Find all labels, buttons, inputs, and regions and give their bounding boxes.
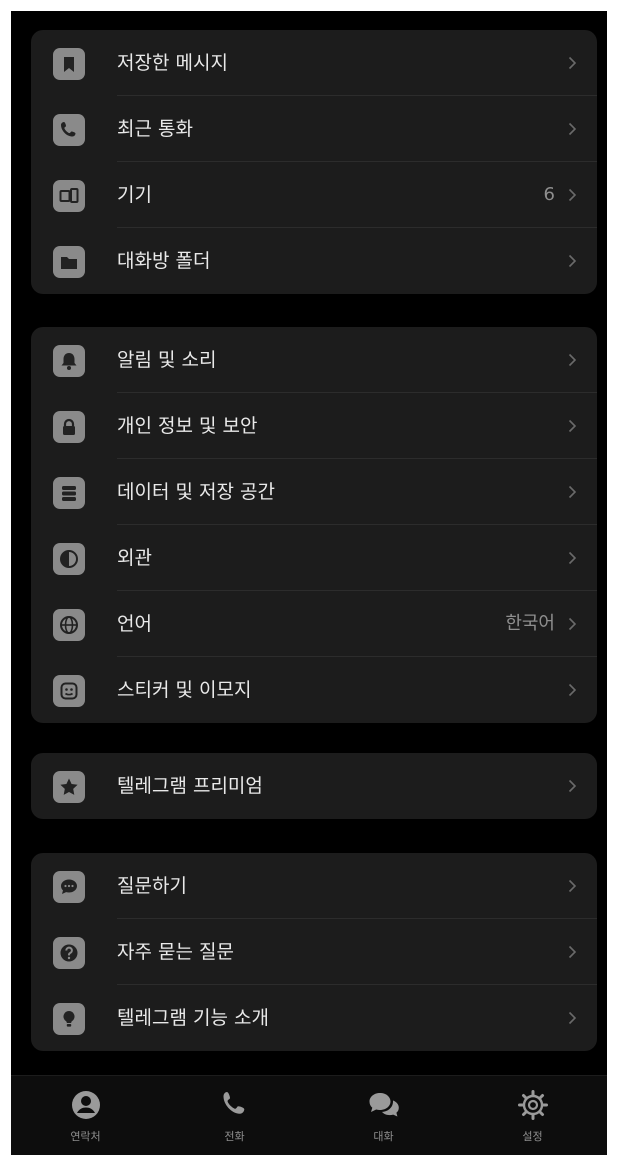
chevron-right-icon — [568, 1011, 577, 1025]
appearance-icon — [53, 543, 85, 575]
settings-row-label: 자주 묻는 질문 — [117, 941, 234, 963]
chevron-right-icon — [568, 188, 577, 202]
chevron-right-icon — [568, 551, 577, 565]
chats-icon — [366, 1088, 402, 1122]
settings-row-label: 텔레그램 프리미엄 — [117, 775, 263, 797]
settings-row-label: 스티커 및 이모지 — [117, 679, 252, 701]
tab-label: 설정 — [522, 1130, 543, 1143]
lock-icon — [53, 411, 85, 443]
tab-label: 연락처 — [70, 1130, 101, 1143]
chevron-right-icon — [568, 122, 577, 136]
settings-row[interactable]: 대화방 폴더 — [31, 228, 597, 294]
settings-row[interactable]: 텔레그램 기능 소개 — [31, 985, 597, 1051]
settings-row[interactable]: 데이터 및 저장 공간 — [31, 459, 597, 525]
chevron-right-icon — [568, 353, 577, 367]
settings-row[interactable]: 언어 한국어 — [31, 591, 597, 657]
phone-icon — [217, 1088, 253, 1122]
tab-bar: 연락처 전화 대화 설정 — [11, 1075, 607, 1155]
chevron-right-icon — [568, 683, 577, 697]
settings-row[interactable]: 개인 정보 및 보안 — [31, 393, 597, 459]
lightbulb-icon — [53, 1003, 85, 1035]
chevron-right-icon — [568, 617, 577, 631]
chevron-right-icon — [568, 779, 577, 793]
tab-label: 대화 — [373, 1130, 394, 1143]
chat-bubble-icon — [53, 871, 85, 903]
settings-row-label: 개인 정보 및 보안 — [117, 415, 258, 437]
settings-row-label: 최근 통화 — [117, 118, 193, 140]
question-icon — [53, 937, 85, 969]
settings-row[interactable]: 최근 통화 — [31, 96, 597, 162]
settings-row-value: 6 — [543, 184, 555, 205]
settings-row-value: 한국어 — [505, 613, 555, 634]
settings-row-label: 데이터 및 저장 공간 — [117, 481, 275, 503]
tab-label: 전화 — [224, 1130, 245, 1143]
settings-row-label: 기기 — [117, 184, 152, 206]
tab-person[interactable]: 연락처 — [11, 1076, 160, 1155]
settings-row[interactable]: 저장한 메시지 — [31, 30, 597, 96]
settings-group: 질문하기자주 묻는 질문텔레그램 기능 소개 — [31, 853, 597, 1051]
chevron-right-icon — [568, 56, 577, 70]
settings-row[interactable]: 자주 묻는 질문 — [31, 919, 597, 985]
settings-row-label: 외관 — [117, 547, 152, 569]
settings-row-label: 저장한 메시지 — [117, 52, 228, 74]
person-icon — [68, 1088, 104, 1122]
settings-row-label: 텔레그램 기능 소개 — [117, 1007, 269, 1029]
chevron-right-icon — [568, 419, 577, 433]
gear-icon — [515, 1088, 551, 1122]
globe-icon — [53, 609, 85, 641]
tab-chats[interactable]: 대화 — [309, 1076, 458, 1155]
settings-row-label: 언어 — [117, 613, 152, 635]
settings-row-label: 알림 및 소리 — [117, 349, 217, 371]
settings-row-label: 대화방 폴더 — [117, 250, 211, 272]
chevron-right-icon — [568, 945, 577, 959]
settings-row[interactable]: 알림 및 소리 — [31, 327, 597, 393]
phone-icon — [53, 114, 85, 146]
settings-row[interactable]: 외관 — [31, 525, 597, 591]
tab-gear[interactable]: 설정 — [458, 1076, 607, 1155]
settings-group: 알림 및 소리개인 정보 및 보안데이터 및 저장 공간외관언어 한국어스티커 및… — [31, 327, 597, 723]
devices-icon — [53, 180, 85, 212]
bookmark-icon — [53, 48, 85, 80]
sticker-icon — [53, 675, 85, 707]
settings-row[interactable]: 기기 6 — [31, 162, 597, 228]
chevron-right-icon — [568, 254, 577, 268]
settings-row-label: 질문하기 — [117, 875, 187, 897]
settings-row[interactable]: 스티커 및 이모지 — [31, 657, 597, 723]
settings-group: 저장한 메시지최근 통화기기 6 대화방 폴더 — [31, 30, 597, 294]
star-icon — [53, 771, 85, 803]
bell-icon — [53, 345, 85, 377]
settings-screen: 저장한 메시지최근 통화기기 6 대화방 폴더알림 및 소리개인 정보 및 보안데이… — [11, 11, 607, 1155]
chevron-right-icon — [568, 879, 577, 893]
database-icon — [53, 477, 85, 509]
tab-phone[interactable]: 전화 — [160, 1076, 309, 1155]
chevron-right-icon — [568, 485, 577, 499]
settings-row[interactable]: 질문하기 — [31, 853, 597, 919]
settings-group: 텔레그램 프리미엄 — [31, 753, 597, 819]
folder-icon — [53, 246, 85, 278]
settings-row[interactable]: 텔레그램 프리미엄 — [31, 753, 597, 819]
